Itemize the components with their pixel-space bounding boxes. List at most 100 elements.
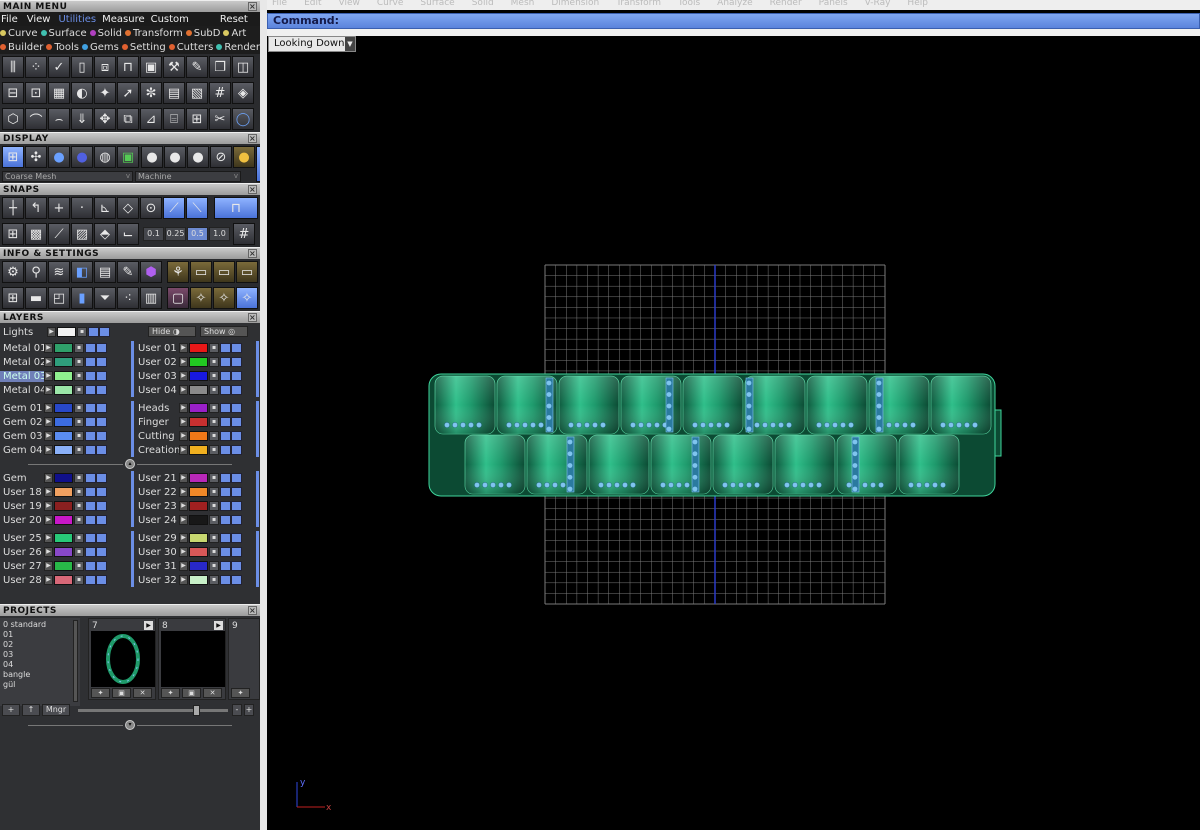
tile-add-icon[interactable]: ✦: [91, 688, 110, 698]
cube-blue-icon[interactable]: ◧: [71, 261, 93, 283]
frame-gold-1-icon[interactable]: ▭: [190, 261, 212, 283]
bangle-model[interactable]: [428, 373, 1002, 497]
snap-value-button[interactable]: 0.25: [165, 227, 186, 241]
project-list-item[interactable]: 04: [3, 660, 77, 670]
sphere-render-icon[interactable]: ●: [71, 146, 93, 168]
snap-grid2-icon[interactable]: ⊞: [2, 223, 24, 245]
visibility-toggle-2[interactable]: [99, 327, 110, 337]
layer-select-toggle[interactable]: [96, 445, 107, 455]
play-icon[interactable]: ▶: [179, 501, 188, 511]
group-bar[interactable]: [131, 341, 134, 397]
document-icon[interactable]: ▤: [94, 261, 116, 283]
play-icon[interactable]: ▶: [179, 561, 188, 571]
lock-icon[interactable]: ▪: [74, 561, 84, 571]
material-ball-4-icon[interactable]: ⊘: [210, 146, 232, 168]
play-icon[interactable]: ▶: [179, 445, 188, 455]
layer-color-swatch[interactable]: [189, 473, 208, 483]
play-icon[interactable]: ▶: [44, 343, 53, 353]
hide-button[interactable]: Hide ◑: [148, 326, 196, 337]
sphere-shaded-icon[interactable]: ●: [48, 146, 70, 168]
group-bar[interactable]: [256, 401, 259, 457]
layer-select-toggle[interactable]: [231, 417, 242, 427]
layer-visibility-toggle[interactable]: [85, 561, 96, 571]
layer-color-swatch[interactable]: [189, 371, 208, 381]
layer-visibility-toggle[interactable]: [220, 417, 231, 427]
play-icon[interactable]: ▶: [144, 621, 153, 630]
layer-name[interactable]: User 21: [135, 473, 179, 484]
layer-name[interactable]: User 04: [135, 385, 179, 396]
close-icon[interactable]: ×: [248, 2, 257, 11]
stack-layers-icon[interactable]: ≋: [48, 261, 70, 283]
group-bar[interactable]: [256, 341, 259, 397]
settings-gear-icon[interactable]: ⚙: [2, 261, 24, 283]
category-cutters[interactable]: Cutters: [168, 42, 213, 53]
layer-name[interactable]: User 29: [135, 533, 179, 544]
play-icon[interactable]: ▶: [44, 501, 53, 511]
project-list-item[interactable]: 01: [3, 630, 77, 640]
snap-end-icon[interactable]: ⟍: [186, 197, 208, 219]
material-ball-1-icon[interactable]: ●: [141, 146, 163, 168]
rect-icon[interactable]: ▬: [25, 287, 47, 309]
project-list-item[interactable]: 02: [3, 640, 77, 650]
layer-color-swatch[interactable]: [54, 343, 73, 353]
layer-visibility-toggle[interactable]: [220, 533, 231, 543]
layer-color-swatch[interactable]: [54, 515, 73, 525]
layers-collapse[interactable]: ▴: [0, 457, 260, 471]
layer-name[interactable]: Gem 04: [0, 445, 44, 456]
split-icon[interactable]: ⊞: [186, 108, 208, 130]
snap-point-icon[interactable]: ·: [71, 197, 93, 219]
lock-icon[interactable]: ▪: [209, 473, 219, 483]
tile-delete-icon[interactable]: ✕: [133, 688, 152, 698]
layer-name[interactable]: Metal 04: [0, 385, 44, 396]
layer-name[interactable]: User 28: [0, 575, 44, 586]
material-select[interactable]: Machine: [135, 171, 241, 182]
layer-visibility-toggle[interactable]: [85, 371, 96, 381]
lock-icon[interactable]: ▪: [74, 371, 84, 381]
layer-select-toggle[interactable]: [231, 547, 242, 557]
view-select[interactable]: Looking Down ▼: [268, 36, 356, 52]
play-icon[interactable]: ▶: [44, 487, 53, 497]
category-setting[interactable]: Setting: [121, 42, 166, 53]
layer-color-swatch[interactable]: [54, 403, 73, 413]
menubar-item-help[interactable]: Help: [907, 0, 928, 8]
snap-curve-icon[interactable]: ↰: [25, 197, 47, 219]
layer-color-swatch[interactable]: [189, 343, 208, 353]
layer-select-toggle[interactable]: [96, 371, 107, 381]
layer-select-toggle[interactable]: [96, 487, 107, 497]
figure-icon[interactable]: ✦: [94, 82, 116, 104]
layer-visibility-toggle[interactable]: [85, 547, 96, 557]
half-circle-icon[interactable]: ◐: [71, 82, 93, 104]
play-icon[interactable]: ▶: [179, 533, 188, 543]
frame-gold-2-icon[interactable]: ▭: [213, 261, 235, 283]
lock-icon[interactable]: ▪: [209, 357, 219, 367]
layer-visibility-toggle[interactable]: [220, 357, 231, 367]
play-icon[interactable]: ▶: [179, 473, 188, 483]
lock-icon[interactable]: ▪: [74, 357, 84, 367]
project-tile[interactable]: 7 ▶ ✦ ▣ ✕: [88, 618, 156, 700]
snap-tan-icon[interactable]: ⟋: [163, 197, 185, 219]
snap-value-button[interactable]: 1.0: [209, 227, 230, 241]
layer-color-swatch[interactable]: [189, 357, 208, 367]
play-icon[interactable]: ▶: [214, 621, 223, 630]
play-icon[interactable]: ▶: [44, 431, 53, 441]
layer-color-swatch[interactable]: [54, 473, 73, 483]
menu-reset[interactable]: Reset: [220, 14, 248, 25]
play-icon[interactable]: ▶: [44, 403, 53, 413]
play-icon[interactable]: ▶: [44, 561, 53, 571]
lock-icon[interactable]: ▪: [74, 417, 84, 427]
lock-icon[interactable]: ▪: [74, 547, 84, 557]
layer-visibility-toggle[interactable]: [85, 575, 96, 585]
tile-save-icon[interactable]: ▣: [112, 688, 131, 698]
layer-name[interactable]: User 24: [135, 515, 179, 526]
play-icon[interactable]: ▶: [179, 385, 188, 395]
play-icon[interactable]: ▶: [47, 327, 56, 337]
play-icon[interactable]: ▶: [179, 371, 188, 381]
lock-icon[interactable]: ▪: [74, 501, 84, 511]
layer-visibility-toggle[interactable]: [220, 547, 231, 557]
layer-visibility-toggle[interactable]: [220, 385, 231, 395]
play-icon[interactable]: ▶: [179, 515, 188, 525]
windows-icon[interactable]: ⊞: [2, 287, 24, 309]
layer-name[interactable]: User 23: [135, 501, 179, 512]
play-icon[interactable]: ▶: [44, 515, 53, 525]
play-icon[interactable]: ▶: [44, 357, 53, 367]
